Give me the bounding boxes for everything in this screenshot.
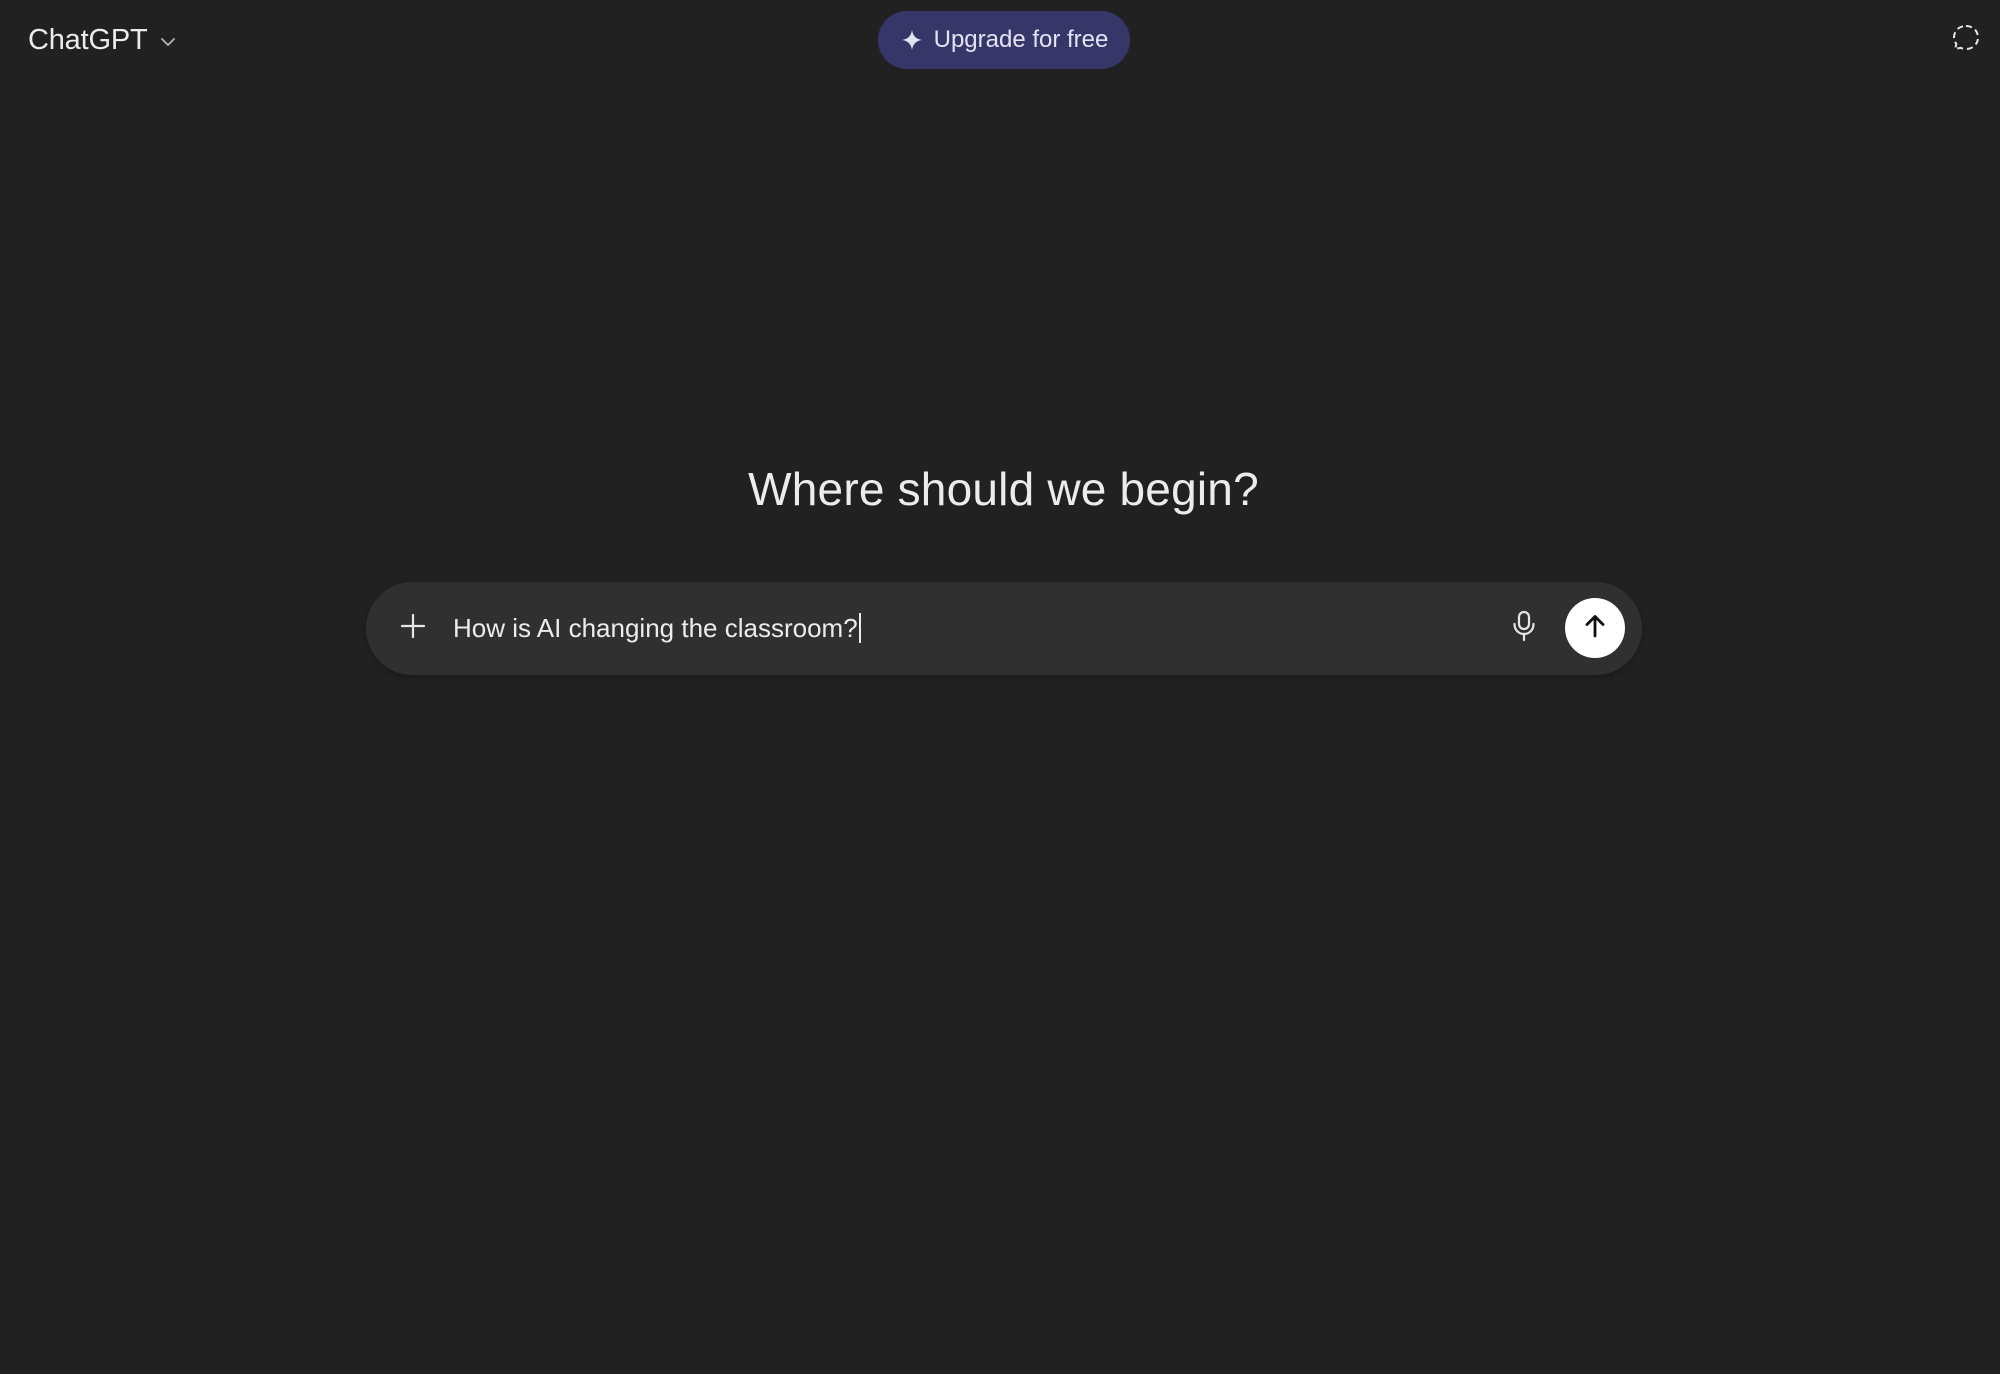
prompt-input[interactable]: How is AI changing the classroom? bbox=[453, 610, 861, 646]
prompt-input-value: How is AI changing the classroom? bbox=[453, 612, 858, 643]
dashed-chat-bubble-icon bbox=[1951, 23, 1981, 58]
arrow-up-icon bbox=[1581, 612, 1609, 645]
send-button[interactable] bbox=[1565, 598, 1625, 658]
voice-input-button[interactable] bbox=[1504, 608, 1544, 648]
chevron-down-icon bbox=[157, 31, 179, 53]
model-name: ChatGPT bbox=[28, 23, 148, 56]
upgrade-button[interactable]: Upgrade for free bbox=[878, 11, 1130, 69]
attach-button[interactable] bbox=[392, 607, 434, 649]
sparkle-icon bbox=[900, 28, 924, 52]
plus-icon bbox=[399, 612, 427, 645]
microphone-icon bbox=[1511, 610, 1537, 647]
upgrade-label: Upgrade for free bbox=[933, 26, 1109, 53]
page-headline: Where should we begin? bbox=[748, 463, 1259, 515]
temporary-chat-button[interactable] bbox=[1948, 22, 1984, 58]
model-selector[interactable]: ChatGPT bbox=[28, 20, 179, 60]
text-caret bbox=[858, 613, 861, 643]
chatgpt-page: ChatGPT Upgrade for free Where should we… bbox=[0, 0, 2000, 1374]
prompt-composer: How is AI changing the classroom? bbox=[366, 582, 1642, 675]
